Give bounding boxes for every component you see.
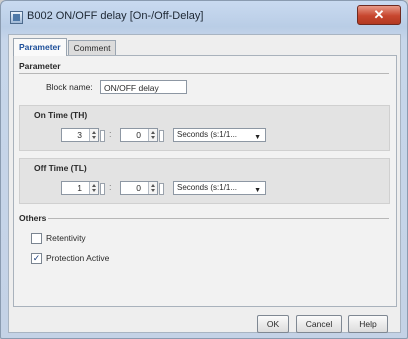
ok-button[interactable]: OK bbox=[257, 315, 289, 333]
chevron-down-icon: ▼ bbox=[254, 187, 261, 194]
dialog-client-area: Parameter Comment Parameter Block name: … bbox=[8, 34, 401, 333]
retentivity-label[interactable]: Retentivity bbox=[46, 233, 86, 243]
off-time-value1: 1 bbox=[77, 183, 82, 193]
slider-mark-icon bbox=[100, 183, 105, 195]
on-time-value1-stepper[interactable]: 3 bbox=[61, 128, 105, 142]
on-time-label: On Time (TH) bbox=[34, 110, 88, 120]
on-time-value2: 0 bbox=[136, 130, 141, 140]
off-time-label: Off Time (TL) bbox=[34, 163, 87, 173]
off-time-value2-stepper[interactable]: 0 bbox=[120, 181, 164, 195]
on-time-group: On Time (TH) 3 : 0 Seconds (s:1/1... ▼ bbox=[19, 105, 390, 151]
spin-arrows-icon[interactable] bbox=[148, 129, 157, 141]
off-time-value1-stepper[interactable]: 1 bbox=[61, 181, 105, 195]
off-time-value2: 0 bbox=[136, 183, 141, 193]
off-time-group: Off Time (TL) 1 : 0 Seconds (s:1/1... ▼ bbox=[19, 158, 390, 204]
on-time-value2-stepper[interactable]: 0 bbox=[120, 128, 164, 142]
off-time-unit-value: Seconds (s:1/1... bbox=[177, 183, 238, 192]
close-button[interactable]: ✕ bbox=[357, 5, 401, 25]
off-time-unit-select[interactable]: Seconds (s:1/1... ▼ bbox=[173, 181, 266, 195]
tab-strip: Parameter Comment bbox=[13, 38, 117, 56]
spin-arrows-icon[interactable] bbox=[89, 129, 98, 141]
off-time-separator: : bbox=[109, 182, 112, 192]
window-title: B002 ON/OFF delay [On-/Off-Delay] bbox=[27, 10, 204, 22]
protection-active-checkbox[interactable]: ✓ bbox=[31, 253, 42, 264]
retentivity-checkbox[interactable] bbox=[31, 233, 42, 244]
chevron-down-icon: ▼ bbox=[254, 134, 261, 141]
parameter-divider bbox=[19, 73, 389, 74]
parameter-panel: Parameter Block name: ON/OFF delay On Ti… bbox=[13, 55, 397, 307]
block-name-input[interactable]: ON/OFF delay bbox=[100, 80, 187, 94]
slider-mark-icon bbox=[159, 130, 164, 142]
spin-arrows-icon[interactable] bbox=[89, 182, 98, 194]
others-divider bbox=[48, 218, 389, 219]
slider-mark-icon bbox=[100, 130, 105, 142]
tab-parameter[interactable]: Parameter bbox=[13, 38, 67, 56]
on-time-value1: 3 bbox=[77, 130, 82, 140]
help-button[interactable]: Help bbox=[348, 315, 388, 333]
dialog-window: B002 ON/OFF delay [On-/Off-Delay] ✕ Para… bbox=[0, 0, 408, 339]
tab-comment[interactable]: Comment bbox=[67, 40, 117, 56]
app-icon bbox=[10, 11, 23, 24]
spin-arrows-icon[interactable] bbox=[148, 182, 157, 194]
protection-active-label[interactable]: Protection Active bbox=[46, 253, 109, 263]
block-name-label: Block name: bbox=[46, 82, 93, 92]
title-bar[interactable]: B002 ON/OFF delay [On-/Off-Delay] ✕ bbox=[1, 1, 407, 31]
on-time-unit-select[interactable]: Seconds (s:1/1... ▼ bbox=[173, 128, 266, 142]
cancel-button[interactable]: Cancel bbox=[296, 315, 342, 333]
parameter-section-label: Parameter bbox=[19, 61, 61, 71]
check-icon: ✓ bbox=[32, 253, 41, 263]
on-time-unit-value: Seconds (s:1/1... bbox=[177, 130, 238, 139]
on-time-separator: : bbox=[109, 129, 112, 139]
slider-mark-icon bbox=[159, 183, 164, 195]
others-section-label: Others bbox=[19, 213, 47, 223]
